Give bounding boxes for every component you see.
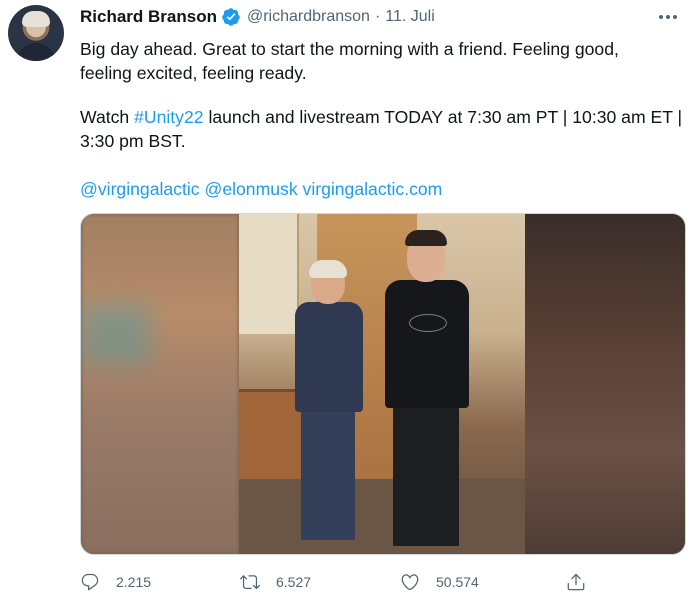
photo-main [239,214,527,554]
mention-virgingalactic[interactable]: @virgingalactic [80,179,200,199]
share-button[interactable] [566,568,586,596]
action-bar: 2.215 6.527 50.574 [80,568,686,596]
mention-elonmusk[interactable]: @elonmusk [204,179,297,199]
author-name[interactable]: Richard Branson [80,7,217,27]
heart-icon [401,574,419,591]
watch-prefix: Watch [80,107,135,127]
like-count: 50.574 [436,574,479,590]
tweet-links: @virgingalactic @elonmusk virgingalactic… [80,177,685,201]
retweet-icon [240,575,260,590]
retweet-count: 6.527 [276,574,312,590]
photo-blur-right [525,214,685,554]
reply-button[interactable]: 2.215 [80,568,151,596]
tweet-header: Richard Branson @richardbranson · 11. Ju… [80,6,435,28]
more-dots-icon[interactable] [650,4,686,30]
photo-person-left [289,260,369,554]
avatar-hair [22,11,50,27]
watch-suffix: launch and livestream TODAY at 7:30 am P… [203,107,683,127]
tweet-text-line-3: Watch #Unity22 launch and livestream TOD… [80,105,685,129]
tweet[interactable]: Richard Branson @richardbranson · 11. Ju… [0,0,694,597]
avatar[interactable] [8,5,64,61]
retweet-button[interactable]: 6.527 [240,568,311,596]
photo-person-right [379,230,475,554]
tweet-text-line-1: Big day ahead. Great to start the mornin… [80,39,619,59]
tweet-photo[interactable] [80,213,686,555]
reply-icon [81,573,99,591]
tweet-text-line-4: 3:30 pm BST. [80,131,186,151]
hashtag-link[interactable]: #Unity22 [134,107,203,127]
url-link[interactable]: virgingalactic.com [303,179,443,199]
like-button[interactable]: 50.574 [400,568,479,596]
photo-blur-left [81,214,239,554]
share-icon [567,573,585,591]
verified-badge-icon [222,8,240,26]
tweet-text-line-2: feeling excited, feeling ready. [80,63,307,83]
tweet-date[interactable]: 11. Juli [385,8,435,26]
author-handle[interactable]: @richardbranson [247,8,370,26]
avatar-shirt [16,43,56,61]
header-separator: · [374,8,381,25]
reply-count: 2.215 [116,574,152,590]
